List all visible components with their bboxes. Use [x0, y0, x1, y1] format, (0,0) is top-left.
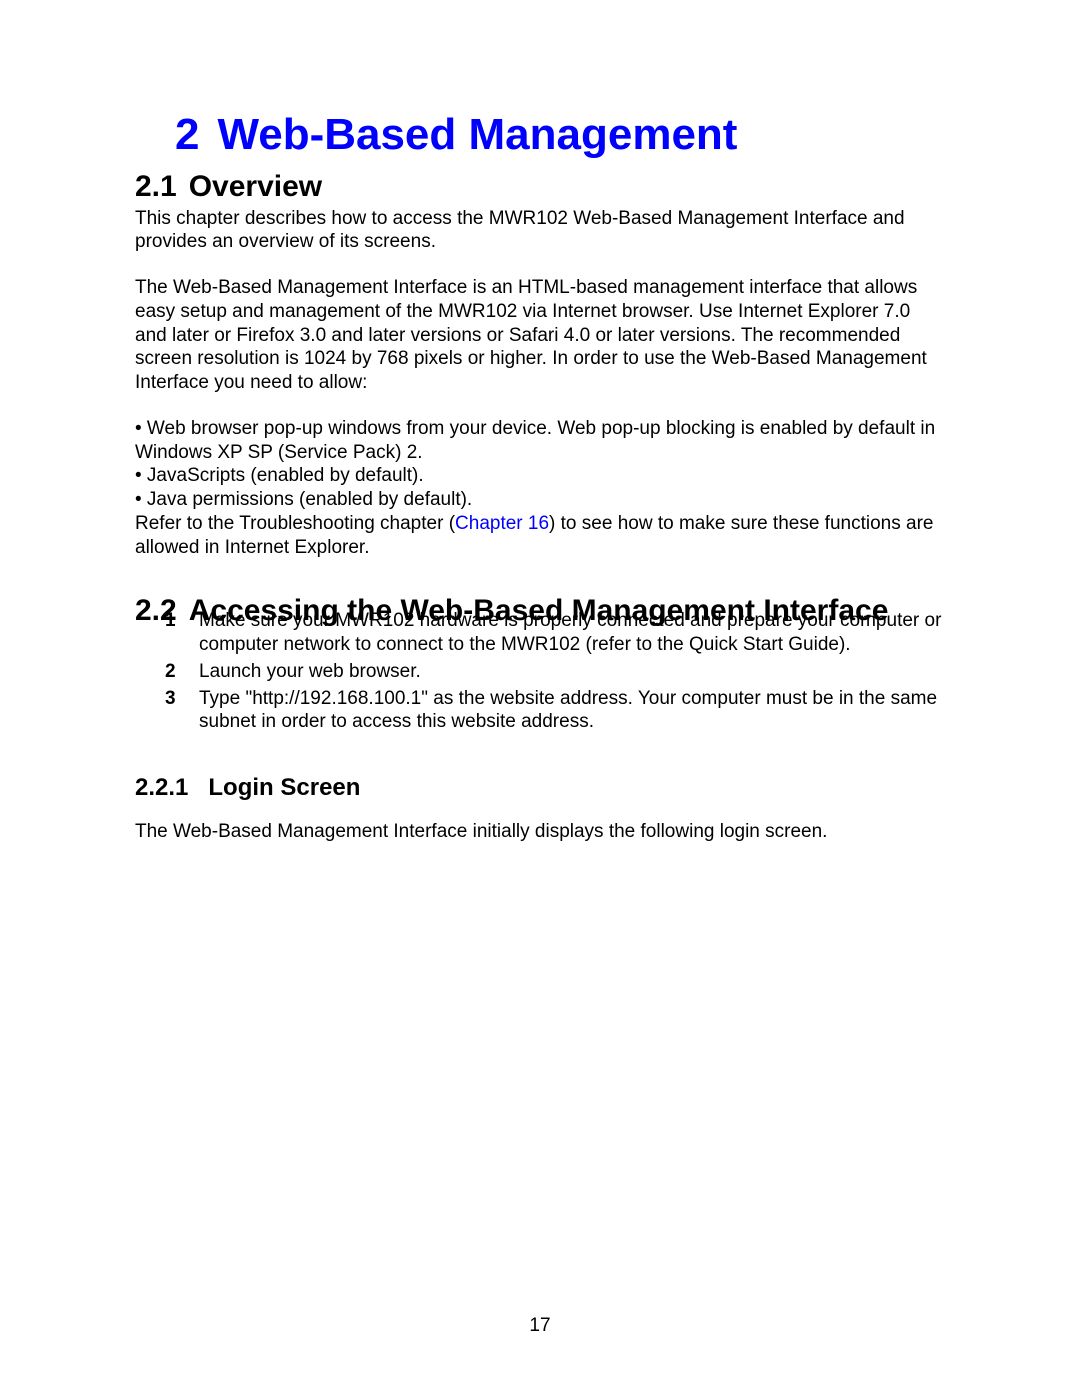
step-item: 3 Type "http://192.168.100.1" as the web…: [165, 687, 945, 735]
section-title-text: Overview: [189, 170, 322, 203]
step-item: 2 Launch your web browser.: [165, 660, 945, 684]
bullet-item: • JavaScripts (enabled by default).: [135, 464, 945, 488]
chapter-number: 2: [175, 110, 199, 161]
bullet-item: • Java permissions (enabled by default).: [135, 488, 945, 512]
bullet-list: • Web browser pop-up windows from your d…: [135, 417, 945, 512]
step-text: Type "http://192.168.100.1" as the websi…: [199, 687, 945, 735]
step-text: Launch your web browser.: [199, 660, 421, 684]
section-heading-overview: 2.1 Overview: [135, 169, 945, 205]
paragraph: The Web-Based Management Interface initi…: [135, 820, 945, 844]
paragraph: This chapter describes how to access the…: [135, 207, 945, 255]
section-number: 2.1: [135, 169, 177, 205]
step-number: 1: [165, 609, 199, 657]
step-item: 1 Make sure your MWR102 hardware is prop…: [165, 609, 945, 657]
subsection-number: 2.2.1: [135, 774, 188, 802]
document-page: 2 Web-Based Management 2.1 Overview This c…: [0, 0, 1080, 1397]
text-run: Refer to the Troubleshooting chapter (: [135, 513, 455, 534]
paragraph: The Web-Based Management Interface is an…: [135, 276, 945, 395]
cross-reference-link[interactable]: Chapter 16: [455, 513, 549, 534]
paragraph: Refer to the Troubleshooting chapter (Ch…: [135, 512, 945, 560]
subsection-heading-login-screen: 2.2.1 Login Screen: [135, 774, 945, 802]
chapter-title-text: Web-Based Management: [217, 110, 737, 159]
bullet-item: • Web browser pop-up windows from your d…: [135, 417, 945, 465]
section-block: 2.2Accessing the Web-Based Management In…: [135, 593, 945, 844]
page-number: 17: [0, 1315, 1080, 1337]
numbered-steps: 1 Make sure your MWR102 hardware is prop…: [165, 609, 945, 734]
step-number: 3: [165, 687, 199, 735]
step-text: Make sure your MWR102 hardware is proper…: [199, 609, 945, 657]
subsection-title-text: Login Screen: [208, 774, 360, 801]
chapter-title: 2 Web-Based Management: [135, 110, 945, 161]
step-number: 2: [165, 660, 199, 684]
